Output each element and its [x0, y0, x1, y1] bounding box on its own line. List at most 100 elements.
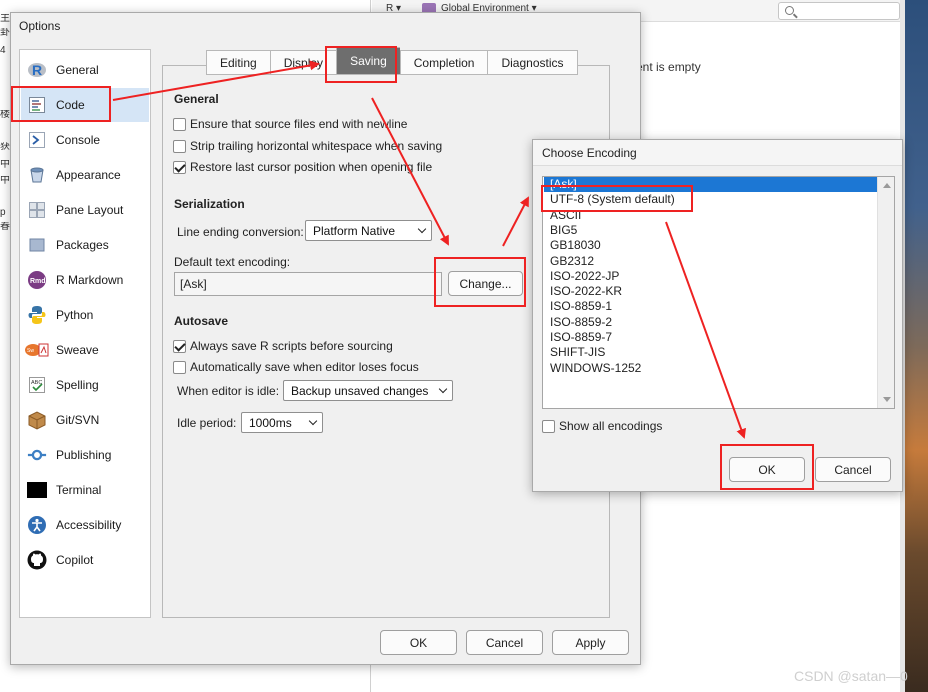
- dialog-title: Choose Encoding: [542, 146, 637, 160]
- tab-display[interactable]: Display: [269, 50, 337, 75]
- encoding-item-ask[interactable]: [Ask]: [544, 177, 878, 193]
- search-icon: [785, 6, 794, 15]
- sidebar-label: Sweave: [56, 343, 99, 357]
- list-item[interactable]: SHIFT-JIS: [544, 345, 878, 360]
- list-item[interactable]: GB18030: [544, 238, 878, 253]
- checkbox-label: Strip trailing horizontal whitespace whe…: [190, 139, 443, 153]
- checkbox-box[interactable]: [173, 117, 186, 131]
- sidebar-label: Terminal: [56, 483, 102, 497]
- background-glyph: 楼: [0, 110, 10, 120]
- chevron-down-icon: [438, 384, 448, 394]
- default-encoding-label: Default text encoding:: [174, 255, 291, 269]
- save-before-sourcing-checkbox[interactable]: Always save R scripts before sourcing: [173, 339, 393, 353]
- checkbox-label: Restore last cursor position when openin…: [190, 160, 433, 174]
- sidebar-item-accessibility[interactable]: Accessibility: [21, 508, 149, 542]
- terminal-icon: [27, 480, 47, 500]
- ok-button[interactable]: OK: [380, 630, 457, 655]
- restore-cursor-checkbox[interactable]: Restore last cursor position when openin…: [173, 160, 432, 174]
- tab-editing[interactable]: Editing: [206, 50, 270, 75]
- desktop-wallpaper: [905, 0, 928, 692]
- sidebar-item-appearance[interactable]: Appearance: [21, 158, 149, 192]
- background-glyph: 中: [0, 176, 10, 186]
- sidebar-item-python[interactable]: Python: [21, 298, 149, 332]
- sidebar-item-terminal[interactable]: Terminal: [21, 473, 149, 507]
- spelling-abc-icon: ABC: [27, 375, 47, 395]
- encoding-ok-button[interactable]: OK: [729, 457, 805, 482]
- sidebar-item-sweave[interactable]: Sw Sweave: [21, 333, 149, 367]
- list-scrollbar[interactable]: [877, 177, 894, 408]
- cancel-button[interactable]: Cancel: [466, 630, 543, 655]
- checkbox-label: Show all encodings: [559, 419, 663, 433]
- checkbox-label: Automatically save when editor loses foc…: [190, 360, 419, 374]
- save-on-focus-loss-checkbox[interactable]: Automatically save when editor loses foc…: [173, 360, 419, 374]
- strip-whitespace-checkbox[interactable]: Strip trailing horizontal whitespace whe…: [173, 139, 442, 153]
- list-item[interactable]: GB2312: [544, 254, 878, 269]
- sidebar-item-code[interactable]: Code: [21, 88, 149, 122]
- show-all-encodings-checkbox[interactable]: Show all encodings: [542, 419, 662, 433]
- autosave-heading: Autosave: [174, 314, 229, 328]
- list-item[interactable]: BIG5: [544, 223, 878, 238]
- github-icon: [27, 550, 47, 570]
- background-glyph: 4: [0, 46, 6, 56]
- options-tabs: Editing Display Saving Completion Diagno…: [206, 47, 578, 75]
- sidebar-item-copilot[interactable]: Copilot: [21, 543, 149, 577]
- line-ending-select[interactable]: Platform Native: [305, 220, 432, 241]
- list-item[interactable]: WINDOWS-1252: [544, 361, 878, 376]
- idle-period-select[interactable]: 1000ms: [241, 412, 323, 433]
- svg-text:Sw: Sw: [27, 348, 34, 354]
- sidebar-item-pane-layout[interactable]: Pane Layout: [21, 193, 149, 227]
- editor-idle-label: When editor is idle:: [177, 384, 280, 398]
- checkbox-label: Always save R scripts before sourcing: [190, 339, 393, 353]
- background-glyph: p: [0, 208, 6, 218]
- r-logo-icon: R: [27, 60, 47, 80]
- encoding-cancel-button[interactable]: Cancel: [815, 457, 891, 482]
- sidebar-item-packages[interactable]: Packages: [21, 228, 149, 262]
- dialog-title-bar: Choose Encoding: [533, 140, 902, 166]
- apply-button[interactable]: Apply: [552, 630, 629, 655]
- sidebar-item-spelling[interactable]: ABC Spelling: [21, 368, 149, 402]
- checkbox-box[interactable]: [173, 360, 186, 374]
- list-item[interactable]: ASCII: [544, 208, 878, 223]
- tab-completion[interactable]: Completion: [399, 50, 488, 75]
- sidebar-label: Git/SVN: [56, 413, 100, 427]
- tab-saving[interactable]: Saving: [336, 47, 400, 75]
- scroll-down-icon[interactable]: [883, 397, 891, 402]
- choose-encoding-dialog: Choose Encoding [Ask] UTF-8 (System defa…: [532, 139, 903, 492]
- background-glyph: 主: [0, 14, 10, 24]
- environment-search-input[interactable]: [778, 2, 900, 20]
- tab-diagnostics[interactable]: Diagnostics: [487, 50, 578, 75]
- sidebar-label: Console: [56, 133, 101, 147]
- checkbox-box[interactable]: [542, 419, 555, 433]
- change-encoding-button[interactable]: Change...: [448, 271, 523, 296]
- sidebar-label: Publishing: [56, 448, 112, 462]
- sidebar-label: Appearance: [56, 168, 121, 182]
- sidebar-item-general[interactable]: R General: [21, 53, 149, 87]
- sidebar-label: R Markdown: [56, 273, 124, 287]
- rmd-icon: Rmd: [27, 270, 47, 290]
- sweave-icon: Sw: [24, 340, 50, 360]
- select-value: Backup unsaved changes: [291, 383, 429, 398]
- sidebar-item-publishing[interactable]: Publishing: [21, 438, 149, 472]
- encoding-list[interactable]: [Ask] UTF-8 (System default) ASCII BIG5 …: [542, 176, 895, 409]
- sidebar-item-console[interactable]: Console: [21, 123, 149, 157]
- list-item[interactable]: ISO-8859-2: [544, 315, 878, 330]
- encoding-item-utf8[interactable]: UTF-8 (System default): [544, 192, 878, 207]
- list-item[interactable]: ISO-8859-1: [544, 299, 878, 314]
- watermark: CSDN @satan—0: [794, 668, 908, 684]
- packages-box-icon: [27, 235, 47, 255]
- accessibility-icon: [27, 515, 47, 535]
- ensure-newline-checkbox[interactable]: Ensure that source files end with newlin…: [173, 117, 407, 131]
- sidebar-item-r-markdown[interactable]: Rmd R Markdown: [21, 263, 149, 297]
- options-sidebar: R General Code Console Appearance Pane L…: [19, 49, 151, 618]
- checkbox-box[interactable]: [173, 339, 186, 353]
- line-ending-label: Line ending conversion:: [177, 225, 304, 239]
- editor-idle-select[interactable]: Backup unsaved changes: [283, 380, 453, 401]
- sidebar-item-git-svn[interactable]: Git/SVN: [21, 403, 149, 437]
- checkbox-box[interactable]: [173, 160, 186, 174]
- list-item[interactable]: ISO-2022-JP: [544, 269, 878, 284]
- checkbox-box[interactable]: [173, 139, 186, 153]
- scroll-up-icon[interactable]: [883, 183, 891, 188]
- list-item[interactable]: ISO-8859-7: [544, 330, 878, 345]
- list-item[interactable]: ISO-2022-KR: [544, 284, 878, 299]
- select-value: 1000ms: [249, 415, 292, 430]
